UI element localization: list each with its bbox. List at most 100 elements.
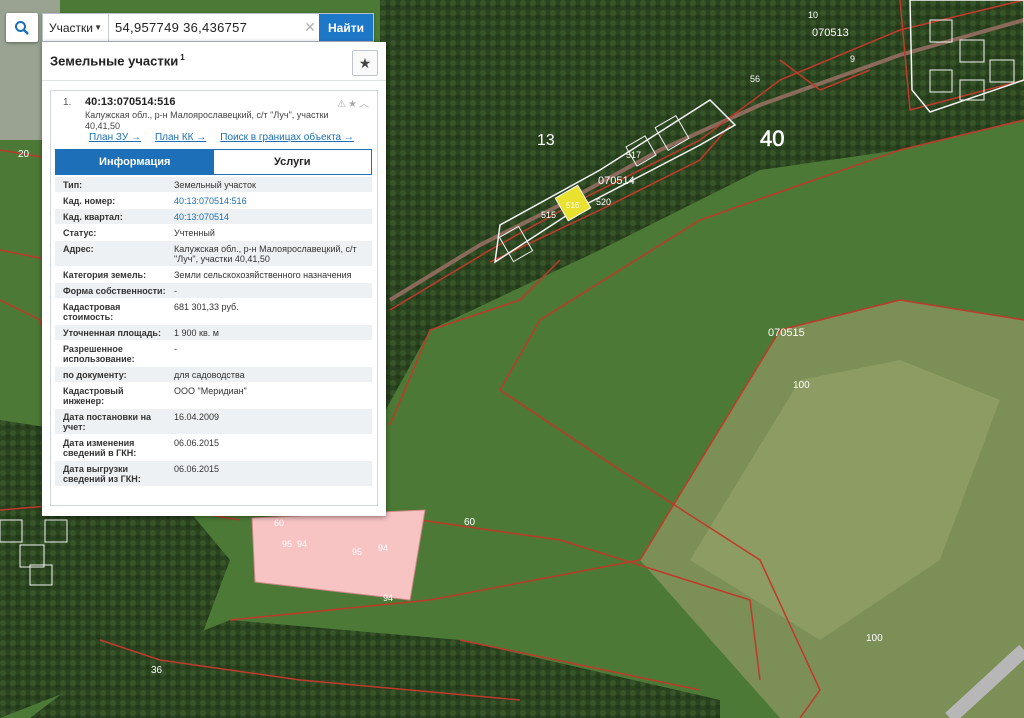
info-key: Дата изменения сведений в ГКН: xyxy=(63,438,137,458)
map-label-parcel: 516 xyxy=(566,201,580,210)
info-row: Форма собственности: - xyxy=(55,283,372,299)
info-value: Земли сельскохозяйственного назначения xyxy=(174,270,352,280)
map-label-parcel: 100 xyxy=(866,633,883,644)
map-label-parcel: 94 xyxy=(297,539,307,549)
cadastral-number[interactable]: 40:13:070514:516 xyxy=(85,96,176,108)
search-toggle-button[interactable] xyxy=(6,13,38,42)
info-key: Кад. квартал: xyxy=(63,212,123,222)
info-row: Дата выгрузки сведений из ГКН: 06.06.2015 xyxy=(55,461,372,487)
info-row: Кад. номер: 40:13:070514:516 xyxy=(55,193,372,209)
info-value: - xyxy=(174,286,177,296)
map-label-parcel: 9 xyxy=(850,54,855,64)
info-value: ООО "Меридиан" xyxy=(174,386,247,396)
info-table: Тип: Земельный участок Кад. номер: 40:13:07… xyxy=(55,177,372,487)
cadastral-number-link[interactable]: 40:13:070514:516 xyxy=(174,196,247,206)
info-value: Калужская обл., р-н Малоярославецкий, с/… xyxy=(174,244,357,264)
result-card: 1. 40:13:070514:516 ⚠★︿ Калужская обл., … xyxy=(50,90,378,506)
info-row: Тип: Земельный участок xyxy=(55,177,372,193)
map-label-parcel: 36 xyxy=(151,665,163,676)
info-key: Категория земель: xyxy=(63,270,147,280)
info-key: Тип: xyxy=(63,180,83,190)
map-label-block-070514: 070514 xyxy=(598,175,635,187)
info-key: Кадастровая стоимость: xyxy=(63,302,121,322)
info-row: по документу: для садоводства xyxy=(55,367,372,383)
tab-services[interactable]: Услуги xyxy=(213,150,371,174)
map-label-parcel: 95 xyxy=(282,539,292,549)
info-value: 681 301,33 руб. xyxy=(174,302,239,312)
info-row: Категория земель: Земли сельскохозяйствен… xyxy=(55,267,372,283)
map-label-region: 40 xyxy=(760,126,784,151)
tab-info[interactable]: Информация xyxy=(56,150,214,174)
chevron-down-icon: ▼ xyxy=(94,23,102,32)
info-key: Кад. номер: xyxy=(63,196,116,206)
panel-title: Земельные участки 1 xyxy=(50,53,185,68)
info-key: по документу: xyxy=(63,370,127,380)
info-key: Разрешенное использование: xyxy=(63,344,135,364)
search-in-bounds-link[interactable]: Поиск в границах объекта → xyxy=(220,132,354,143)
info-row: Кадастровая стоимость: 681 301,33 руб. xyxy=(55,299,372,325)
info-value: - xyxy=(174,344,177,354)
info-row: Адрес: Калужская обл., р-н Малоярославецк… xyxy=(55,241,372,267)
result-index: 1. xyxy=(63,97,72,108)
result-address: Калужская обл., р-н Малоярославецкий, с/… xyxy=(85,110,329,131)
info-row: Кад. квартал: 40:13:070514 xyxy=(55,209,372,225)
map-label-parcel: 95 xyxy=(352,547,362,557)
map-label-parcel: 56 xyxy=(750,74,760,84)
map-label-parcel: 94 xyxy=(378,543,388,553)
star-outline-icon[interactable]: ★ xyxy=(348,99,359,110)
layer-select-label: Участки xyxy=(49,20,93,35)
results-panel: Земельные участки 1 ★ 1. 40:13:070514:516… xyxy=(42,42,386,516)
info-row: Уточненная площадь: 1 900 кв. м xyxy=(55,325,372,341)
map-label-parcel: 100 xyxy=(793,380,810,391)
info-value: 40:13:070514 xyxy=(170,209,372,224)
info-key: Дата выгрузки сведений из ГКН: xyxy=(63,464,141,484)
map-label-block-070513: 070513 xyxy=(812,27,849,39)
map-label-parcel: 60 xyxy=(274,518,284,528)
map-label-parcel: 20 xyxy=(18,149,30,160)
info-value: 1 900 кв. м xyxy=(174,328,219,338)
result-links: План ЗУ → План КК → Поиск в границах объ… xyxy=(89,132,354,143)
info-key: Дата постановки на учет: xyxy=(63,412,152,432)
map-label-parcel: 10 xyxy=(808,10,818,20)
map-label-parcel: 94 xyxy=(383,593,393,603)
map-label-district: 13 xyxy=(537,132,555,149)
plan-kk-link[interactable]: План КК → xyxy=(155,132,206,143)
card-icons: ⚠★︿ xyxy=(337,95,371,110)
clear-icon[interactable]: ✕ xyxy=(301,14,319,41)
star-icon: ★ xyxy=(358,54,372,71)
panel-title-text: Земельные участки xyxy=(50,53,179,69)
search-bar: Участки ▼ ✕ Найти xyxy=(6,13,374,42)
search-icon xyxy=(15,20,29,35)
result-count: 1 xyxy=(180,53,185,62)
info-row: Дата изменения сведений в ГКН: 06.06.2015 xyxy=(55,435,372,461)
info-key: Адрес: xyxy=(63,244,94,254)
layer-select[interactable]: Участки ▼ xyxy=(43,14,109,41)
info-row: Дата постановки на учет: 16.04.2009 xyxy=(55,409,372,435)
map-label-block-070515: 070515 xyxy=(768,327,805,339)
map-label-parcel: 515 xyxy=(541,210,556,220)
panel-header: Земельные участки 1 ★ xyxy=(42,42,386,81)
favorite-button[interactable]: ★ xyxy=(352,50,378,76)
info-row: Статус: Учтенный xyxy=(55,225,372,241)
info-key: Кадастровый инженер: xyxy=(63,386,124,406)
search-input[interactable] xyxy=(109,14,301,41)
info-key: Форма собственности: xyxy=(63,286,166,296)
info-value: для садоводства xyxy=(174,370,245,380)
map-label-parcel: 520 xyxy=(596,197,611,207)
plan-zu-link[interactable]: План ЗУ → xyxy=(89,132,141,143)
info-value: 16.04.2009 xyxy=(174,412,220,422)
info-value: 40:13:070514:516 xyxy=(170,193,372,208)
info-key: Уточненная площадь: xyxy=(63,328,161,338)
info-row: Разрешенное использование: - xyxy=(55,341,372,367)
map-label-parcel: 517 xyxy=(626,150,641,160)
collapse-icon[interactable]: ︿ xyxy=(359,99,371,110)
warning-icon[interactable]: ⚠ xyxy=(337,99,348,110)
info-key: Статус: xyxy=(63,228,97,238)
info-value: Земельный участок xyxy=(174,180,256,190)
info-value: 06.06.2015 xyxy=(174,438,220,448)
result-tabs: Информация Услуги xyxy=(55,149,372,175)
find-button[interactable]: Найти xyxy=(319,14,373,41)
info-row: Кадастровый инженер: ООО "Меридиан" xyxy=(55,383,372,409)
info-value: 06.06.2015 xyxy=(174,464,220,474)
cadastral-quarter-link[interactable]: 40:13:070514 xyxy=(174,212,229,222)
